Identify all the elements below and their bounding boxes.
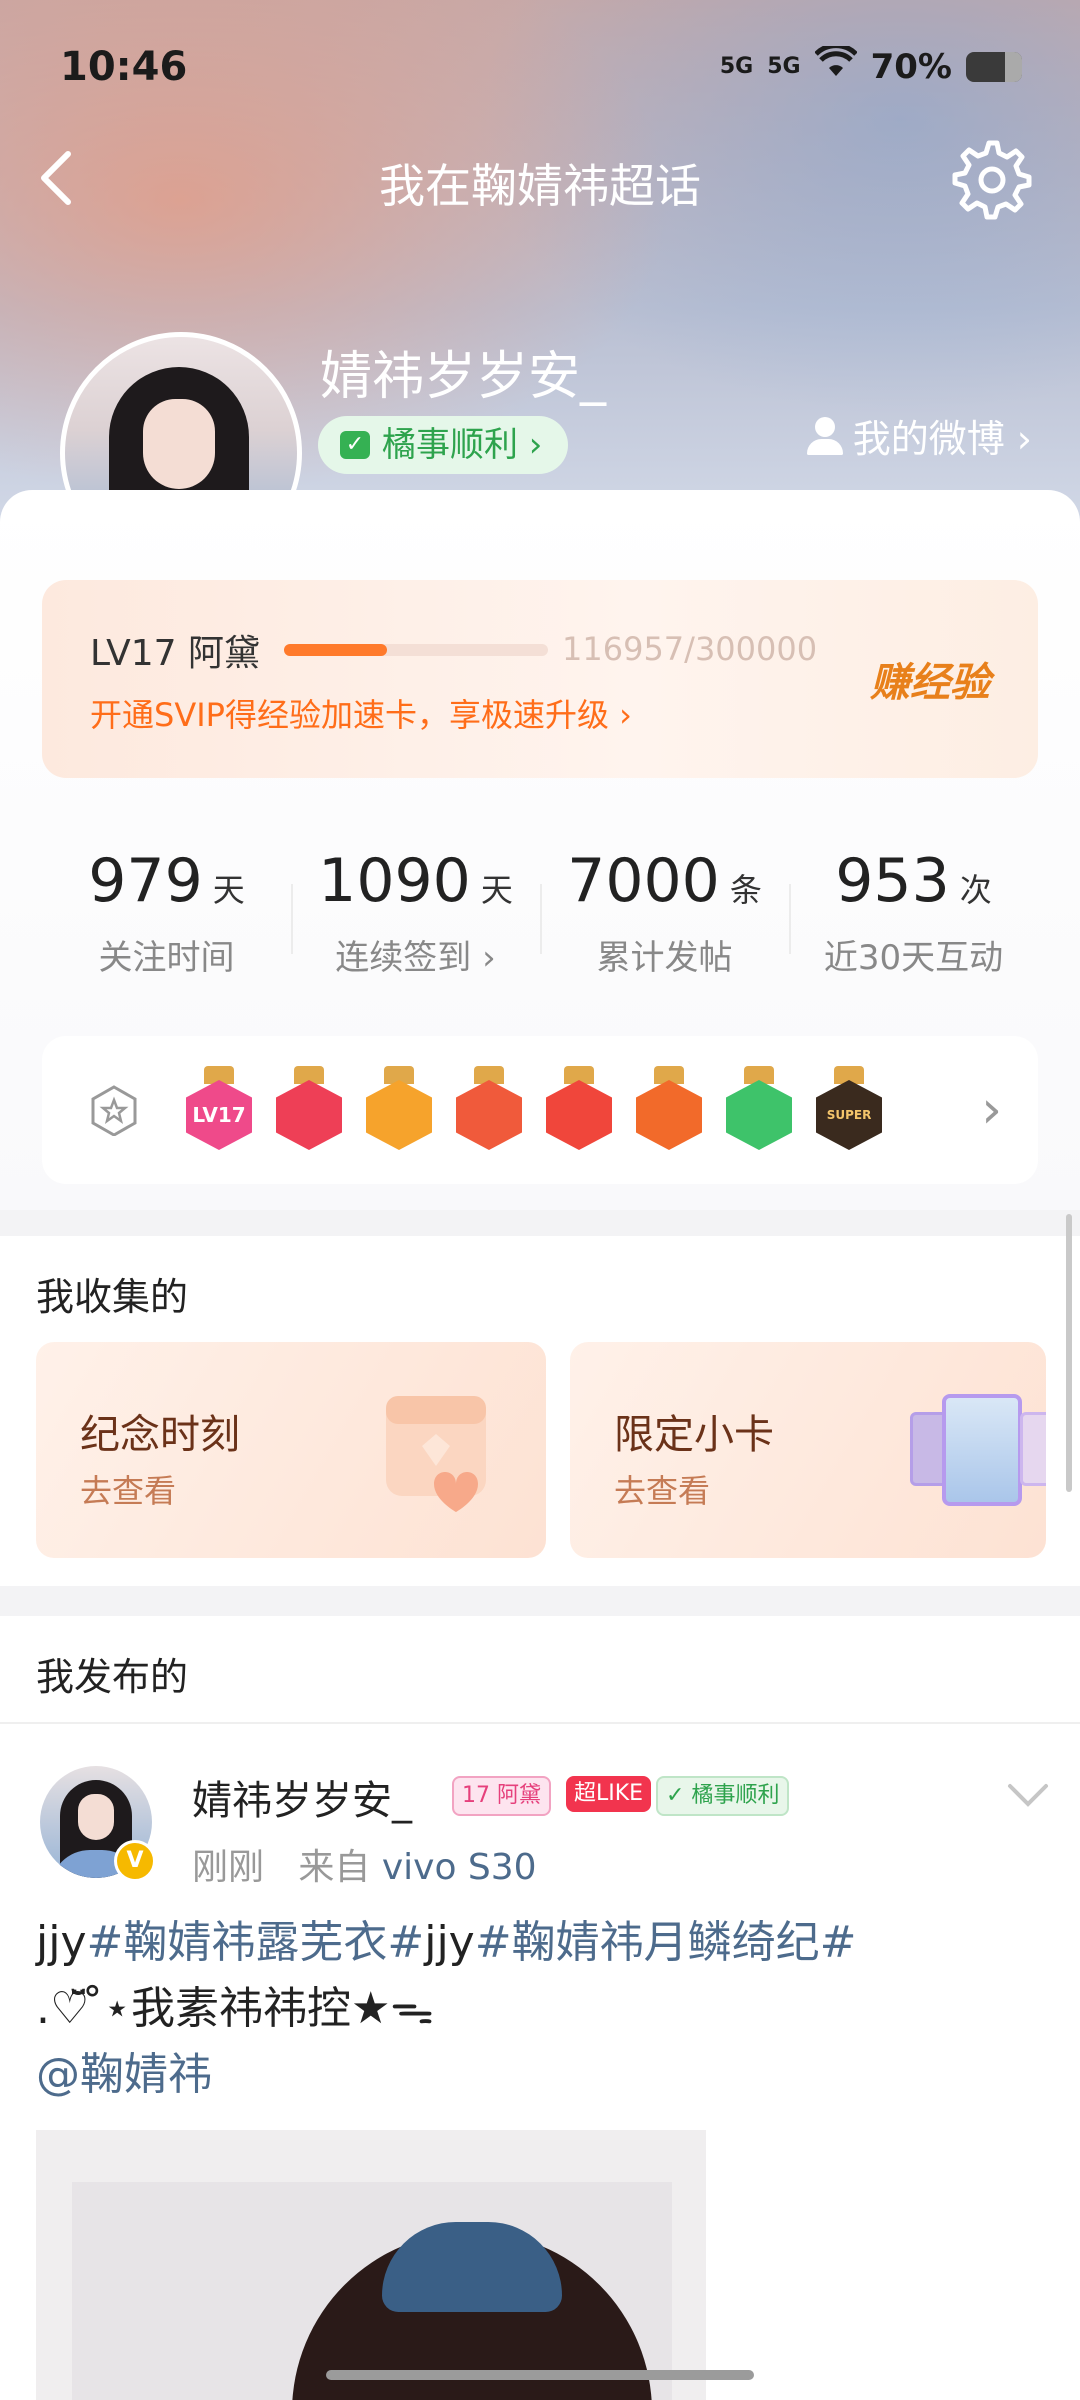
card-sub: 去查看 — [80, 1472, 177, 1510]
status-icons: 5G 5G 70% — [719, 43, 1022, 87]
cat-badge-3[interactable] — [632, 1066, 706, 1156]
crown-badge[interactable] — [362, 1066, 436, 1156]
card-sub: 去查看 — [614, 1472, 711, 1510]
post-author-name[interactable]: 婧祎岁岁安_ — [192, 1768, 412, 1826]
page-title: 我在鞠婧祎超话 — [379, 159, 701, 213]
hashtag-link[interactable]: #鞠婧祎月鳞绮纪# — [475, 1917, 857, 1968]
lv17-badge[interactable]: LV17 — [182, 1066, 256, 1156]
signal-icon-2: 5G — [767, 54, 801, 79]
calendar-heart-icon — [386, 1396, 486, 1512]
stat-unit: 天 — [480, 871, 513, 909]
collection-title: 我收集的 — [36, 1275, 189, 1319]
level-card[interactable]: LV17 阿黛 116957/300000 开通SVIP得经验加速卡，享极速升级… — [42, 580, 1038, 778]
stat-unit: 天 — [212, 871, 245, 909]
battery-icon — [966, 51, 1022, 82]
stat-value: 953 — [835, 846, 950, 916]
stat-value: 1090 — [318, 846, 471, 916]
tag-pill-label: 橘事顺利 — [691, 1783, 780, 1808]
my-weibo-link[interactable]: 我的微博 › — [806, 408, 1032, 463]
stat-label: 连续签到 › — [335, 938, 496, 978]
stat-label: 关注时间 — [98, 938, 235, 978]
level-label: LV17 阿黛 — [90, 633, 260, 674]
signal-icon: 5G — [719, 54, 754, 79]
stat-unit: 次 — [959, 871, 992, 909]
hashtag-link[interactable]: #鞠婧祎露芜衣# — [87, 1917, 425, 1968]
chevron-right-icon[interactable]: › — [981, 1080, 1002, 1140]
level-progress-bar — [284, 644, 548, 656]
post-body: jjy#鞠婧祎露芜衣#jjy#鞠婧祎月鳞绮纪# .♡̆̈ ̊⋆我素祎祎控★ᯓ @… — [36, 1910, 1046, 2108]
stat-signin-days[interactable]: 1090 天 连续签到 › — [291, 810, 540, 1006]
profile-username: 婧祎岁岁安_ — [320, 347, 607, 407]
earn-xp-button[interactable]: 赚经验 — [870, 650, 990, 708]
wifi-icon — [813, 43, 858, 87]
mention-link[interactable]: @鞠婧祎 — [36, 2042, 1046, 2108]
level-pill: 17 阿黛 — [452, 1776, 551, 1816]
stat-value: 7000 — [567, 846, 720, 916]
home-indicator[interactable] — [326, 2370, 754, 2380]
cat-badge-2[interactable] — [542, 1066, 616, 1156]
super-badge[interactable]: SUPER — [812, 1066, 886, 1156]
memorial-moments-card[interactable]: 纪念时刻 去查看 — [36, 1342, 546, 1558]
chevron-down-icon[interactable] — [1006, 1770, 1050, 1821]
stat-unit: 条 — [729, 871, 762, 909]
tag-pill: ✓ 橘事顺利 — [656, 1776, 790, 1816]
trophy-badge[interactable] — [272, 1066, 346, 1156]
post-text: jjy — [424, 1917, 475, 1968]
post-time: 刚刚 — [192, 1847, 265, 1888]
status-time: 10:46 — [60, 44, 188, 90]
photo-card-thumb — [942, 1394, 1022, 1506]
stat-label: 累计发帖 — [596, 938, 733, 978]
check-icon: ✓ — [666, 1783, 692, 1808]
posts-title: 我发布的 — [36, 1655, 189, 1699]
stat-value: 979 — [88, 846, 203, 916]
cat-badge-1[interactable] — [452, 1066, 526, 1156]
battery-text: 70% — [870, 46, 952, 87]
level-progress-text: 116957/300000 — [562, 630, 818, 668]
stat-posts: 7000 条 累计发帖 — [540, 810, 789, 1006]
profile-tag-label: 橘事顺利 › — [382, 425, 543, 465]
post-image[interactable] — [36, 2130, 706, 2400]
scrollbar[interactable] — [1066, 1214, 1072, 1492]
checkbox-icon: ✓ — [340, 431, 370, 459]
badge-wall[interactable]: › LV17 SUPER — [42, 1036, 1038, 1184]
photo-card-thumb — [1020, 1412, 1046, 1486]
stat-label: 近30天互动 — [823, 938, 1004, 978]
super-like-pill: 超LIKE — [566, 1776, 652, 1812]
post-text: .♡̆̈ ̊⋆我素祎祎控★ᯓ — [36, 1983, 434, 2034]
verified-icon: V — [114, 1840, 156, 1882]
badge-wall-icon — [88, 1084, 140, 1137]
svip-promo-link[interactable]: 开通SVIP得经验加速卡，享极速升级 › — [90, 690, 632, 736]
card-title: 纪念时刻 — [80, 1412, 240, 1458]
stat-follow-days: 979 天 关注时间 — [42, 810, 291, 1006]
limited-cards-card[interactable]: 限定小卡 去查看 — [570, 1342, 1046, 1558]
level-progress-fill — [284, 644, 387, 656]
post-device[interactable]: vivo S30 — [382, 1847, 537, 1888]
stat-interactions: 953 次 近30天互动 — [789, 810, 1038, 1006]
divider — [0, 1722, 1080, 1724]
post-text: jjy — [36, 1917, 87, 1968]
post-from: 来自 — [298, 1847, 371, 1888]
person-icon — [806, 416, 843, 455]
card-title: 限定小卡 — [614, 1412, 774, 1458]
gear-icon[interactable] — [952, 140, 1032, 220]
my-weibo-label: 我的微博 › — [852, 417, 1032, 461]
profile-tag-button[interactable]: ✓ 橘事顺利 › — [318, 416, 569, 474]
stats-row: 979 天 关注时间 1090 天 连续签到 › 7000 条 累计发帖 953 次 近… — [42, 810, 1038, 1006]
hand-badge[interactable] — [722, 1066, 796, 1156]
post-meta: 刚刚 来自 vivo S30 — [192, 1838, 537, 1890]
status-bar: 10:46 5G 5G 70% — [0, 0, 1080, 140]
